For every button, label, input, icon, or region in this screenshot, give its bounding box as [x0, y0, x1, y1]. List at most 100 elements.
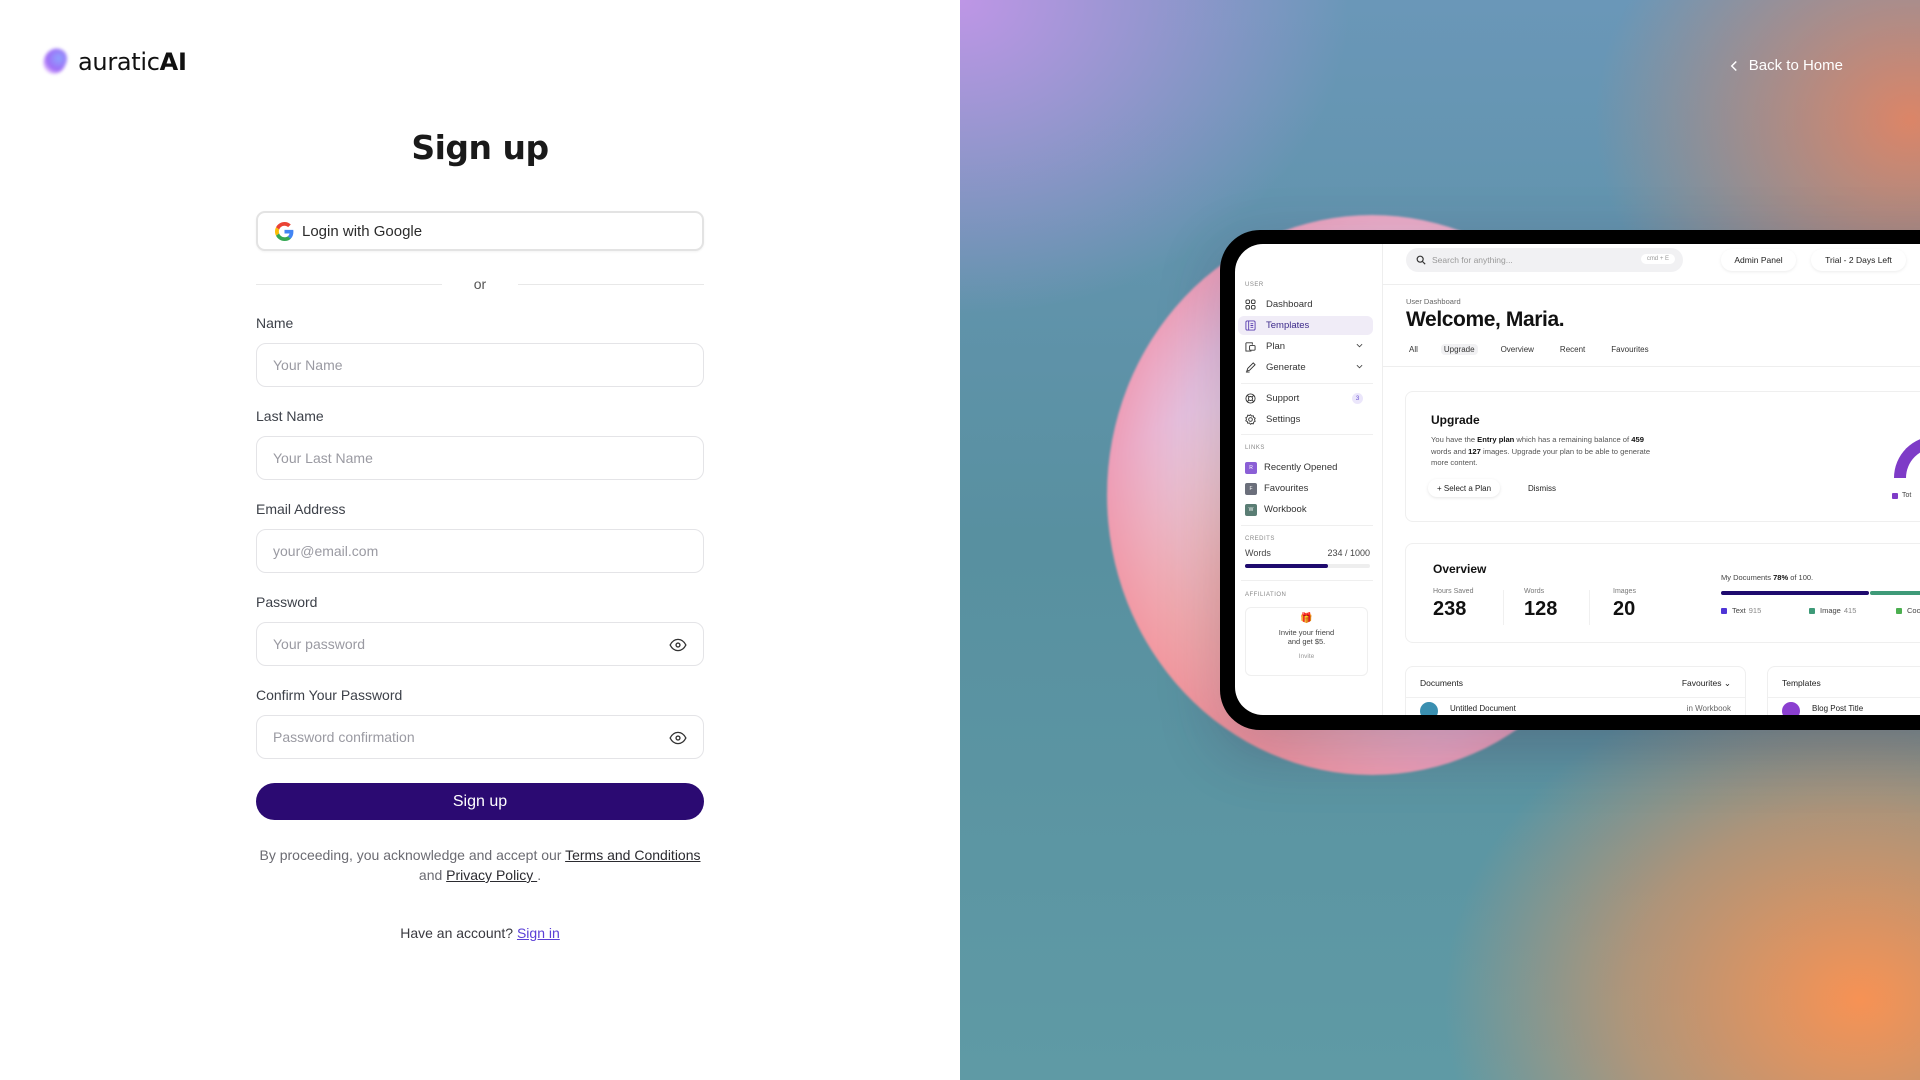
sidebar-item-dashboard: Dashboard [1238, 295, 1373, 314]
stat-images: Images 20 [1613, 588, 1636, 621]
wallet-icon [1245, 341, 1256, 352]
invite-button: Invite [1298, 653, 1315, 660]
credits-progress-fill [1245, 564, 1328, 568]
overview-card: Overview Hours Saved 238 Words 128 Image… [1405, 543, 1920, 643]
back-to-home-label: Back to Home [1748, 57, 1843, 74]
stat-words: Words 128 [1524, 588, 1557, 621]
name-label: Name [256, 315, 294, 331]
grid-icon [1245, 299, 1256, 310]
legend-swatch [1721, 607, 1727, 614]
documents-filter: Favourites ⌄ [1681, 678, 1731, 688]
name-input[interactable] [273, 357, 703, 373]
template-row-title: Blog Post Title [1812, 704, 1864, 713]
tab-overview: Overview [1500, 345, 1534, 354]
sidebar-link-workbook: W Workbook [1238, 500, 1373, 519]
stat-label: Hours Saved [1433, 588, 1474, 595]
templates-title: Templates [1782, 678, 1821, 688]
upgrade-description: You have the Entry plan which has a rema… [1431, 435, 1651, 467]
search-shortcut-hint: cmd + E [1640, 254, 1675, 264]
last-name-input[interactable] [273, 450, 703, 466]
name-field[interactable] [256, 343, 704, 387]
admin-panel-button: Admin Panel [1721, 249, 1796, 271]
stat-value: 128 [1524, 598, 1558, 620]
sidebar-item-label: Templates [1266, 320, 1310, 331]
gauge-legend: Tot [1892, 492, 1911, 499]
stat-label: Words [1524, 588, 1545, 595]
select-plan-button: + Select a Plan [1428, 479, 1500, 497]
credits-progress-bar [1245, 564, 1370, 568]
terms-link[interactable]: Terms and Conditions [565, 847, 700, 863]
usage-gauge-arc [1894, 439, 1920, 478]
divider-line [518, 284, 704, 285]
email-input[interactable] [273, 543, 703, 559]
terms-notice: By proceeding, you acknowledge and accep… [240, 845, 720, 885]
password-label: Password [256, 594, 318, 610]
dashboard-preview: USER Dashboard Templates Plan Generate S… [1235, 244, 1920, 715]
topbar-divider [1383, 284, 1920, 285]
privacy-policy-link[interactable]: Privacy Policy [446, 867, 537, 883]
sidebar-link-label: Favourites [1264, 483, 1309, 494]
sign-in-link[interactable]: Sign in [517, 925, 560, 941]
tab-all: All [1409, 345, 1418, 354]
stat-value: 238 [1433, 598, 1467, 620]
sidebar-item-generate: Generate [1238, 358, 1373, 377]
legend-swatch [1809, 607, 1815, 614]
sidebar-item-settings: Settings [1238, 410, 1373, 429]
sidebar-item-label: Plan [1266, 341, 1286, 352]
sidebar-item-support: Support 3 [1238, 389, 1373, 408]
google-login-button[interactable]: Login with Google [256, 211, 704, 251]
support-count-badge: 3 [1352, 393, 1363, 404]
template-icon [1245, 320, 1256, 331]
password-field[interactable] [256, 622, 704, 666]
last-name-label: Last Name [256, 408, 324, 424]
brand-logo[interactable]: auraticAI [38, 46, 187, 78]
stat-divider [1503, 590, 1504, 625]
tabs-divider [1383, 366, 1920, 367]
show-confirm-password-eye-icon[interactable] [669, 730, 687, 746]
document-location: in Workbook [1686, 704, 1731, 713]
or-divider: or [256, 274, 704, 294]
logo-mark-icon [38, 46, 72, 78]
templates-card: Templates Blog Post Title [1767, 666, 1920, 715]
password-input[interactable] [273, 636, 703, 652]
affiliation-card: 🎁 Invite your friend and get $5. Invite [1245, 607, 1368, 676]
page-title: Sign up [411, 128, 549, 167]
documents-card: Documents Favourites ⌄ Untitled Document… [1405, 666, 1746, 715]
credits-value: 234 / 1000 [1327, 548, 1370, 558]
confirm-password-label: Confirm Your Password [256, 687, 403, 703]
affiliation-text: Invite your friend and get $5. [1278, 628, 1335, 646]
email-field[interactable] [256, 529, 704, 573]
sidebar-item-label: Generate [1266, 362, 1306, 373]
stat-hours-saved: Hours Saved 238 [1433, 588, 1473, 621]
have-account-text: Have an account? [400, 925, 514, 941]
tab-recent: Recent [1559, 345, 1586, 354]
sign-up-button[interactable]: Sign up [256, 783, 704, 820]
sidebar-item-templates: Templates [1238, 316, 1373, 335]
mockup-sidebar: USER Dashboard Templates Plan Generate S… [1235, 244, 1383, 715]
mockup-search-bar: Search for anything... cmd + E [1406, 248, 1683, 272]
tab-favourites: Favourites [1611, 345, 1649, 354]
upgrade-card: Upgrade You have the Entry plan which ha… [1405, 391, 1920, 522]
stat-label: Images [1613, 588, 1636, 595]
chevron-down-icon: ⌄ [1723, 678, 1731, 688]
chevron-down-icon [1356, 343, 1363, 348]
sidebar-item-label: Dashboard [1266, 299, 1313, 310]
sidebar-link-favourites: F Favourites [1238, 479, 1373, 498]
legend-text: Text 915 [1721, 606, 1761, 615]
back-to-home-link[interactable]: Back to Home [1729, 57, 1843, 74]
sidebar-link-label: Workbook [1264, 504, 1307, 515]
sidebar-divider [1241, 525, 1373, 526]
sidebar-divider [1241, 434, 1373, 435]
confirm-password-field[interactable] [256, 715, 704, 759]
pen-icon [1245, 362, 1256, 373]
brand-name: auraticAI [78, 48, 187, 76]
stat-value: 20 [1613, 598, 1636, 620]
gift-icon: 🎁 [1300, 613, 1313, 624]
confirm-password-input[interactable] [273, 729, 703, 745]
terms-and: and [418, 867, 443, 883]
last-name-field[interactable] [256, 436, 704, 480]
document-avatar [1420, 702, 1438, 715]
show-password-eye-icon[interactable] [669, 637, 687, 653]
breadcrumb: User Dashboard [1406, 297, 1461, 306]
mockup-tabs: All Upgrade Overview Recent Favourites [1406, 344, 1672, 355]
